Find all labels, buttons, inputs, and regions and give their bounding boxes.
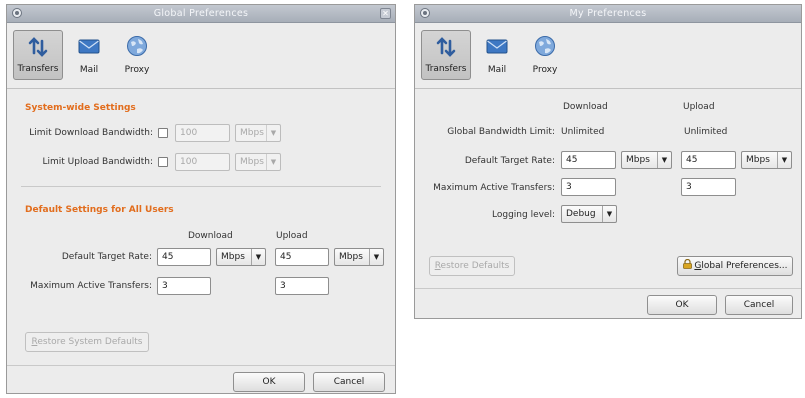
target-rate-download-unit-select[interactable]: Mbps ▼ [621,151,672,169]
tab-mail[interactable]: Mail [477,30,517,80]
restore-defaults-button[interactable]: Restore Defaults [429,256,515,276]
chevron-down-icon: ▼ [251,249,265,265]
unit-value: Mbps [626,155,650,165]
chevron-down-icon: ▼ [777,152,791,168]
tab-label: Transfers [17,64,59,74]
unit-value: Mbps [746,155,770,165]
tab-transfers[interactable]: Transfers [13,30,63,80]
max-active-upload-field[interactable]: 3 [681,178,736,196]
tab-proxy[interactable]: Proxy [525,30,565,80]
tab-label: Mail [487,65,507,75]
my-preferences-window: My Preferences Transfers Mail Proxy Down… [414,4,802,319]
unit-value: Mbps [221,252,245,262]
download-column-header: Download [563,102,608,112]
max-active-transfers-label: Maximum Active Transfers: [30,281,152,291]
limit-upload-label: Limit Upload Bandwidth: [42,157,153,167]
transfers-icon [28,37,48,57]
target-rate-upload-field[interactable]: 45 [275,248,329,266]
system-wide-settings-heading: System-wide Settings [25,103,136,113]
title-bar[interactable]: My Preferences [415,5,801,23]
max-active-download-field[interactable]: 3 [157,277,211,295]
logging-level-select[interactable]: Debug ▼ [561,205,617,223]
tab-label: Proxy [532,65,558,75]
chevron-down-icon: ▼ [266,125,280,141]
proxy-icon [127,36,147,56]
global-bandwidth-limit-label: Global Bandwidth Limit: [447,127,555,137]
upload-column-header: Upload [683,102,715,112]
ok-button[interactable]: OK [233,372,305,392]
limit-upload-field[interactable]: 100 [175,153,230,171]
tab-transfers[interactable]: Transfers [421,30,471,80]
download-column-header: Download [188,231,233,241]
default-target-rate-label: Default Target Rate: [464,156,555,166]
target-rate-download-unit-select[interactable]: Mbps ▼ [216,248,266,266]
title-bar[interactable]: Global Preferences ✕ [7,5,395,23]
preferences-toolbar: Transfers Mail Proxy [415,22,801,89]
unit-value: Mbps [339,252,363,262]
chevron-down-icon: ▼ [602,206,616,222]
cancel-button[interactable]: Cancel [313,372,385,392]
lock-icon [682,258,692,269]
target-rate-download-field[interactable]: 45 [561,151,616,169]
max-active-upload-field[interactable]: 3 [275,277,329,295]
limit-download-unit-select[interactable]: Mbps ▼ [235,124,281,142]
window-title: My Preferences [569,8,647,19]
target-rate-download-field[interactable]: 45 [157,248,211,266]
global-bandwidth-upload-value: Unlimited [684,127,728,137]
default-settings-heading: Default Settings for All Users [25,205,174,215]
transfers-icon [436,37,456,57]
cancel-button[interactable]: Cancel [725,295,793,315]
limit-upload-unit-select[interactable]: Mbps ▼ [235,153,281,171]
chevron-down-icon: ▼ [266,154,280,170]
chevron-down-icon: ▼ [369,249,383,265]
logging-value: Debug [566,209,596,219]
close-button[interactable]: ✕ [380,8,391,19]
global-preferences-window: Global Preferences ✕ Transfers Mail Prox… [6,4,396,394]
limit-download-checkbox[interactable] [158,128,168,138]
limit-download-field[interactable]: 100 [175,124,230,142]
button-bar-divider [7,365,395,366]
section-divider [21,186,381,187]
proxy-icon [535,36,555,56]
limit-download-label: Limit Download Bandwidth: [29,128,153,138]
mail-icon [486,39,508,54]
window-title: Global Preferences [153,8,249,19]
tab-mail[interactable]: Mail [69,30,109,80]
unit-value: Mbps [240,157,264,167]
max-active-transfers-label: Maximum Active Transfers: [433,183,555,193]
tab-label: Transfers [425,64,467,74]
preferences-toolbar: Transfers Mail Proxy [7,22,395,89]
chevron-down-icon: ▼ [657,152,671,168]
logging-level-label: Logging level: [492,210,555,220]
tab-label: Proxy [124,65,150,75]
upload-column-header: Upload [276,231,308,241]
default-target-rate-label: Default Target Rate: [61,252,152,262]
tab-proxy[interactable]: Proxy [117,30,157,80]
target-rate-upload-field[interactable]: 45 [681,151,736,169]
limit-upload-checkbox[interactable] [158,157,168,167]
mail-icon [78,39,100,54]
button-bar-divider [415,288,801,289]
global-bandwidth-download-value: Unlimited [561,127,605,137]
target-rate-upload-unit-select[interactable]: Mbps ▼ [334,248,384,266]
unit-value: Mbps [240,128,264,138]
target-rate-upload-unit-select[interactable]: Mbps ▼ [741,151,792,169]
global-preferences-button[interactable]: Global Preferences... [677,256,793,276]
ok-button[interactable]: OK [647,295,717,315]
tab-label: Mail [79,65,99,75]
max-active-download-field[interactable]: 3 [561,178,616,196]
restore-system-defaults-button[interactable]: Restore System Defaults [25,332,149,352]
